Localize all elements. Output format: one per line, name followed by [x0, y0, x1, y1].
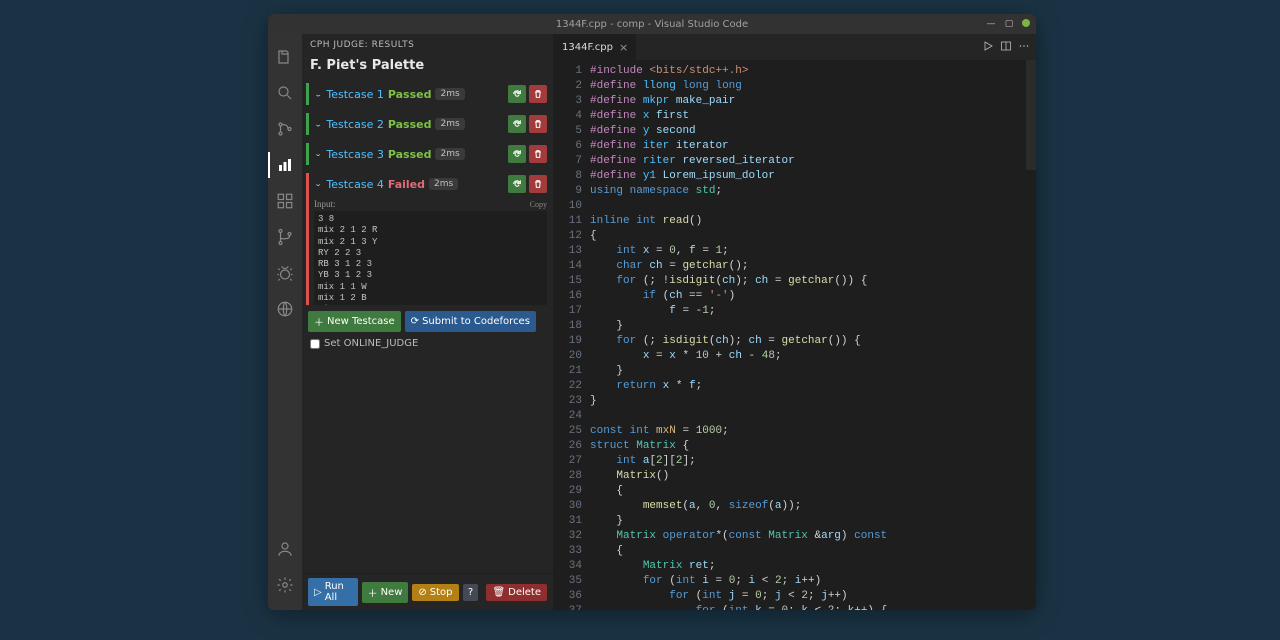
button-label: New Testcase	[327, 316, 395, 327]
scrollbar-thumb[interactable]	[1026, 60, 1036, 170]
delete-testcase-button[interactable]	[529, 175, 547, 193]
plus-icon: ＋	[314, 314, 324, 329]
titlebar: 1344F.cpp - comp - Visual Studio Code — …	[268, 14, 1036, 34]
cph-judge-icon[interactable]	[268, 148, 302, 182]
more-icon[interactable]	[1018, 40, 1030, 55]
rerun-button[interactable]	[508, 85, 526, 103]
testcase: ⌄ Testcase 1 Passed 2ms	[306, 83, 549, 105]
plus-icon: ＋	[368, 585, 378, 600]
maximize-icon[interactable]: ▢	[1004, 19, 1014, 29]
testcase-header[interactable]: ⌄ Testcase 1 Passed 2ms	[306, 83, 549, 105]
testcase-status: Passed	[388, 88, 432, 101]
set-online-judge-checkbox[interactable]: Set ONLINE_JUDGE	[302, 338, 553, 355]
gear-icon[interactable]	[268, 568, 302, 602]
close-icon[interactable]	[1022, 19, 1030, 27]
stop-icon: ⊘	[418, 587, 426, 598]
accounts-icon[interactable]	[268, 532, 302, 566]
testcase-status: Failed	[388, 178, 425, 191]
testcase-header[interactable]: ⌄ Testcase 3 Passed 2ms	[306, 143, 549, 165]
status-bar	[306, 143, 309, 165]
status-bar	[306, 83, 309, 105]
new-button[interactable]: ＋ New	[362, 582, 409, 603]
help-icon: ?	[468, 587, 473, 598]
copy-button[interactable]: Copy	[530, 200, 547, 209]
tab-label: 1344F.cpp	[562, 42, 613, 53]
checkbox-label: Set ONLINE_JUDGE	[324, 338, 418, 349]
testcase-time: 2ms	[429, 178, 458, 190]
testcase-name: Testcase 2	[326, 118, 383, 131]
testcase-name: Testcase 1	[326, 88, 383, 101]
tab-1344f[interactable]: 1344F.cpp ×	[554, 34, 636, 60]
testcase-time: 2ms	[435, 118, 464, 130]
search-icon[interactable]	[268, 76, 302, 110]
upload-icon: ⟳	[411, 316, 419, 327]
debug-icon[interactable]	[268, 256, 302, 290]
git-branch-icon[interactable]	[268, 220, 302, 254]
input-label: Input:	[314, 199, 336, 209]
trash-icon: 🗑	[492, 587, 505, 598]
input-block: 3 8 mix 2 1 2 R mix 2 1 3 Y RY 2 2 3 RB …	[314, 211, 547, 305]
status-bar	[306, 113, 309, 135]
delete-button[interactable]: 🗑 Delete	[486, 584, 547, 601]
testcase-header[interactable]: ⌄ Testcase 2 Passed 2ms	[306, 113, 549, 135]
button-label: New	[381, 587, 403, 598]
split-editor-icon[interactable]	[1000, 40, 1012, 55]
chevron-down-icon: ⌄	[314, 90, 322, 98]
button-label: Run All	[325, 581, 352, 603]
button-label: Submit to Codeforces	[422, 316, 530, 327]
chevron-down-icon: ⌄	[314, 180, 322, 188]
testcase-name: Testcase 4	[326, 178, 383, 191]
button-label: Stop	[430, 587, 453, 598]
testcase-detail: Input: Copy 3 8 mix 2 1 2 R mix 2 1 3 Y R…	[306, 199, 549, 305]
tab-bar: 1344F.cpp ×	[554, 34, 1036, 60]
rerun-button[interactable]	[508, 175, 526, 193]
activity-bar	[268, 34, 302, 610]
button-label: Delete	[508, 587, 541, 598]
vscode-window: 1344F.cpp - comp - Visual Studio Code — …	[268, 14, 1036, 610]
window-controls: — ▢	[986, 19, 1030, 29]
source-control-icon[interactable]	[268, 112, 302, 146]
remote-icon[interactable]	[268, 292, 302, 326]
cph-results-panel: CPH JUDGE: RESULTS F. Piet's Palette ⌄ T…	[302, 34, 554, 610]
delete-testcase-button[interactable]	[529, 145, 547, 163]
testcase-status: Passed	[388, 118, 432, 131]
code-area[interactable]: 1234567891011121314151617181920212223242…	[554, 60, 1036, 610]
window-title: 1344F.cpp - comp - Visual Studio Code	[556, 19, 748, 30]
testcase: ⌄ Testcase 2 Passed 2ms	[306, 113, 549, 135]
testcase-status: Passed	[388, 148, 432, 161]
testcase: ⌄ Testcase 4 Failed 2ms Input: Copy 3 8 m…	[306, 173, 549, 305]
testcase: ⌄ Testcase 3 Passed 2ms	[306, 143, 549, 165]
delete-testcase-button[interactable]	[529, 85, 547, 103]
explorer-icon[interactable]	[268, 40, 302, 74]
editor: 1344F.cpp × 1234567891011121314151617181…	[554, 34, 1036, 610]
run-icon[interactable]	[982, 40, 994, 55]
stop-button[interactable]: ⊘ Stop	[412, 584, 458, 601]
extensions-icon[interactable]	[268, 184, 302, 218]
testcase-time: 2ms	[435, 88, 464, 100]
chevron-down-icon: ⌄	[314, 150, 322, 158]
help-button[interactable]: ?	[463, 584, 479, 601]
rerun-button[interactable]	[508, 145, 526, 163]
testcase-name: Testcase 3	[326, 148, 383, 161]
submit-codeforces-button[interactable]: ⟳ Submit to Codeforces	[405, 311, 536, 332]
play-icon: ▷	[314, 587, 322, 598]
testcase-list: ⌄ Testcase 1 Passed 2ms ⌄ Testcase 2 Pas…	[302, 83, 553, 305]
status-bar	[306, 173, 309, 305]
panel-bottom-bar: ▷ Run All ＋ New ⊘ Stop ? 🗑 Delete	[302, 573, 553, 610]
line-numbers: 1234567891011121314151617181920212223242…	[554, 60, 590, 610]
run-all-button[interactable]: ▷ Run All	[308, 578, 358, 606]
scrollbar[interactable]	[1026, 60, 1036, 610]
new-testcase-button[interactable]: ＋ New Testcase	[308, 311, 401, 332]
delete-testcase-button[interactable]	[529, 115, 547, 133]
minimize-icon[interactable]: —	[986, 19, 996, 29]
close-icon[interactable]: ×	[619, 41, 628, 54]
chevron-down-icon: ⌄	[314, 120, 322, 128]
testcase-time: 2ms	[435, 148, 464, 160]
panel-header: CPH JUDGE: RESULTS	[302, 34, 553, 54]
problem-title: F. Piet's Palette	[302, 54, 553, 83]
checkbox-input[interactable]	[310, 339, 320, 349]
code-content[interactable]: #include <bits/stdc++.h>#define llong lo…	[590, 60, 1026, 610]
rerun-button[interactable]	[508, 115, 526, 133]
testcase-header[interactable]: ⌄ Testcase 4 Failed 2ms	[306, 173, 549, 195]
